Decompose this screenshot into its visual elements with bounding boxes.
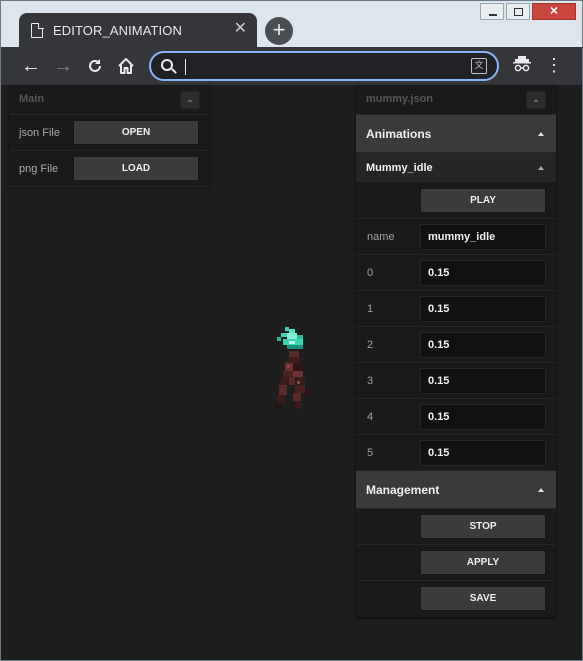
page-icon: [31, 22, 44, 38]
frame-row: 1 0.15: [356, 291, 556, 327]
text-caret: [185, 59, 186, 75]
chevron-up-icon: [538, 132, 544, 136]
browser-tab[interactable]: EDITOR_ANIMATION ✕: [19, 13, 257, 47]
frame-duration-field[interactable]: 0.15: [420, 440, 546, 466]
canvas-area[interactable]: Main json File OPEN png File LOAD mummy.…: [1, 85, 582, 660]
frame-duration-field[interactable]: 0.15: [420, 368, 546, 394]
reload-icon[interactable]: [84, 55, 106, 77]
frame-index-label: 5: [367, 447, 374, 459]
file-panel-header[interactable]: mummy.json: [356, 85, 556, 115]
address-bar[interactable]: 文: [149, 51, 499, 81]
frame-duration-field[interactable]: 0.15: [420, 260, 546, 286]
tab-title: EDITOR_ANIMATION: [53, 23, 182, 38]
animations-section-header[interactable]: Animations: [356, 115, 556, 153]
incognito-icon[interactable]: [511, 56, 533, 76]
save-button[interactable]: SAVE: [420, 586, 546, 611]
title-bar: EDITOR_ANIMATION ✕ + ✕: [1, 1, 582, 47]
main-panel-title: Main: [19, 93, 45, 105]
frame-duration-field[interactable]: 0.15: [420, 404, 546, 430]
back-icon[interactable]: ←: [20, 55, 42, 77]
frame-duration-field[interactable]: 0.15: [420, 296, 546, 322]
frame-index-label: 2: [367, 339, 374, 351]
browser-toolbar: ← → 文 ⋮: [1, 47, 582, 85]
stop-button[interactable]: STOP: [420, 514, 546, 539]
load-button[interactable]: LOAD: [73, 156, 199, 181]
png-file-label: png File: [19, 163, 59, 175]
forward-icon[interactable]: →: [52, 55, 74, 77]
browser-window: EDITOR_ANIMATION ✕ + ✕ ← → 文 ⋮ Main json…: [0, 0, 583, 661]
apply-button[interactable]: APPLY: [420, 550, 546, 575]
frame-index-label: 4: [367, 411, 374, 423]
maximize-button[interactable]: [506, 3, 530, 20]
animation-subsection-header[interactable]: Mummy_idle: [356, 153, 556, 183]
home-icon[interactable]: [115, 55, 137, 77]
animation-panel: mummy.json Animations Mummy_idle PLAY na…: [356, 85, 556, 617]
save-row: SAVE: [356, 581, 556, 617]
chevron-up-icon: [538, 166, 544, 170]
management-section-header[interactable]: Management: [356, 471, 556, 509]
main-panel-header[interactable]: Main: [9, 85, 209, 115]
png-file-row: png File LOAD: [9, 151, 209, 187]
search-icon: [161, 59, 173, 71]
animation-name-title: Mummy_idle: [366, 162, 433, 174]
management-section-title: Management: [366, 483, 440, 497]
apply-row: APPLY: [356, 545, 556, 581]
stop-row: STOP: [356, 509, 556, 545]
collapse-file-button[interactable]: [526, 91, 546, 109]
name-field[interactable]: mummy_idle: [420, 224, 546, 250]
frame-row: 4 0.15: [356, 399, 556, 435]
new-tab-button[interactable]: +: [265, 17, 293, 45]
name-row: name mummy_idle: [356, 219, 556, 255]
frame-row: 0 0.15: [356, 255, 556, 291]
minimize-icon: [489, 14, 497, 16]
play-button[interactable]: PLAY: [420, 188, 546, 213]
frame-duration-field[interactable]: 0.15: [420, 332, 546, 358]
translate-icon[interactable]: 文: [471, 58, 487, 74]
chevron-up-icon: [538, 488, 544, 492]
play-row: PLAY: [356, 183, 556, 219]
mummy-sprite: [275, 327, 311, 409]
animations-section-title: Animations: [366, 127, 432, 141]
collapse-main-button[interactable]: [180, 91, 200, 109]
close-icon: ✕: [549, 5, 559, 17]
json-file-row: json File OPEN: [9, 115, 209, 151]
minimize-button[interactable]: [480, 3, 504, 20]
close-window-button[interactable]: ✕: [532, 3, 576, 20]
tab-close-icon[interactable]: ✕: [234, 21, 247, 37]
frame-row: 2 0.15: [356, 327, 556, 363]
maximize-icon: [514, 8, 523, 16]
frame-index-label: 0: [367, 267, 374, 279]
more-vert-icon[interactable]: ⋮: [545, 55, 563, 77]
file-panel-title: mummy.json: [366, 93, 434, 105]
open-button[interactable]: OPEN: [73, 120, 199, 145]
name-label: name: [367, 231, 395, 243]
json-file-label: json File: [19, 127, 60, 139]
main-panel: Main json File OPEN png File LOAD: [9, 85, 209, 187]
frame-row: 5 0.15: [356, 435, 556, 471]
frame-index-label: 1: [367, 303, 374, 315]
frame-row: 3 0.15: [356, 363, 556, 399]
window-controls: ✕: [478, 3, 576, 20]
frame-index-label: 3: [367, 375, 374, 387]
